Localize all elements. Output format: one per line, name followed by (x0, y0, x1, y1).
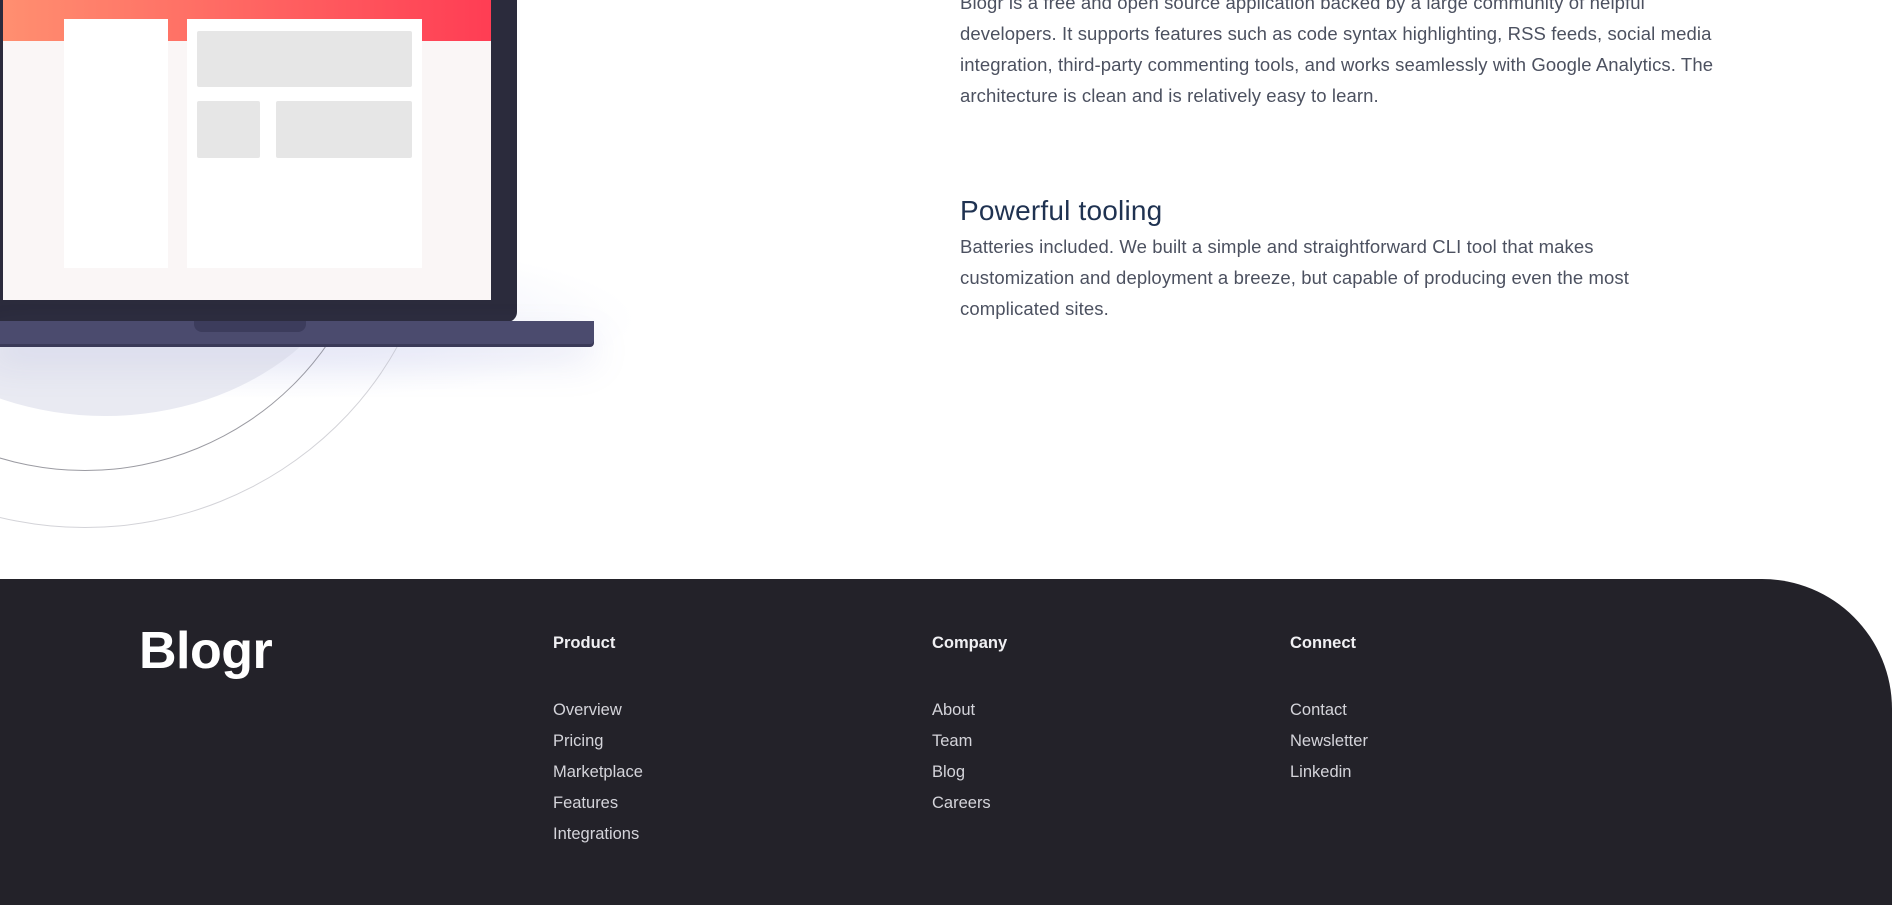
laptop-notch (194, 321, 306, 332)
footer-link-features[interactable]: Features (553, 794, 618, 812)
page: Blogr is a free and open source applicat… (0, 0, 1892, 905)
screen-sidebar-panel (64, 19, 168, 268)
intro-paragraph: Blogr is a free and open source applicat… (960, 0, 1714, 106)
footer-link-list: Contact Newsletter Linkedin (1290, 698, 1368, 791)
screen-placeholder-block (197, 31, 412, 87)
footer-link-newsletter[interactable]: Newsletter (1290, 732, 1368, 750)
footer-column-company: Company About Team Blog Careers (932, 631, 1007, 822)
footer-column-title: Product (553, 634, 616, 652)
feature-paragraph: Batteries included. We built a simple an… (960, 236, 1629, 319)
footer-link-careers[interactable]: Careers (932, 794, 991, 812)
footer-link-list: Overview Pricing Marketplace Features In… (553, 698, 643, 853)
footer-column-title: Connect (1290, 634, 1356, 652)
footer-link-marketplace[interactable]: Marketplace (553, 763, 643, 781)
footer-link-linkedin[interactable]: Linkedin (1290, 763, 1351, 781)
footer-link-blog[interactable]: Blog (932, 763, 965, 781)
footer-logo[interactable]: Blogr (139, 621, 273, 681)
footer-column-connect: Connect Contact Newsletter Linkedin (1290, 631, 1368, 791)
screen-display (3, 0, 491, 300)
footer-link-contact[interactable]: Contact (1290, 701, 1347, 719)
footer-link-integrations[interactable]: Integrations (553, 825, 639, 843)
footer-column-title: Company (932, 634, 1008, 652)
footer-column-product: Product Overview Pricing Marketplace Fea… (553, 631, 643, 853)
screen-placeholder-block (276, 101, 412, 158)
footer-link-team[interactable]: Team (932, 732, 972, 750)
footer-link-list: About Team Blog Careers (932, 698, 1007, 822)
laptop-screen (0, 0, 517, 322)
footer-link-about[interactable]: About (932, 701, 975, 719)
screen-placeholder-block (197, 101, 260, 158)
footer-link-overview[interactable]: Overview (553, 701, 622, 719)
feature-title: Powerful tooling (960, 195, 1163, 226)
footer: Blogr Product Overview Pricing Marketpla… (0, 579, 1892, 905)
laptop-illustration (0, 0, 700, 580)
footer-link-pricing[interactable]: Pricing (553, 732, 603, 750)
screen-main-panel (187, 19, 422, 268)
